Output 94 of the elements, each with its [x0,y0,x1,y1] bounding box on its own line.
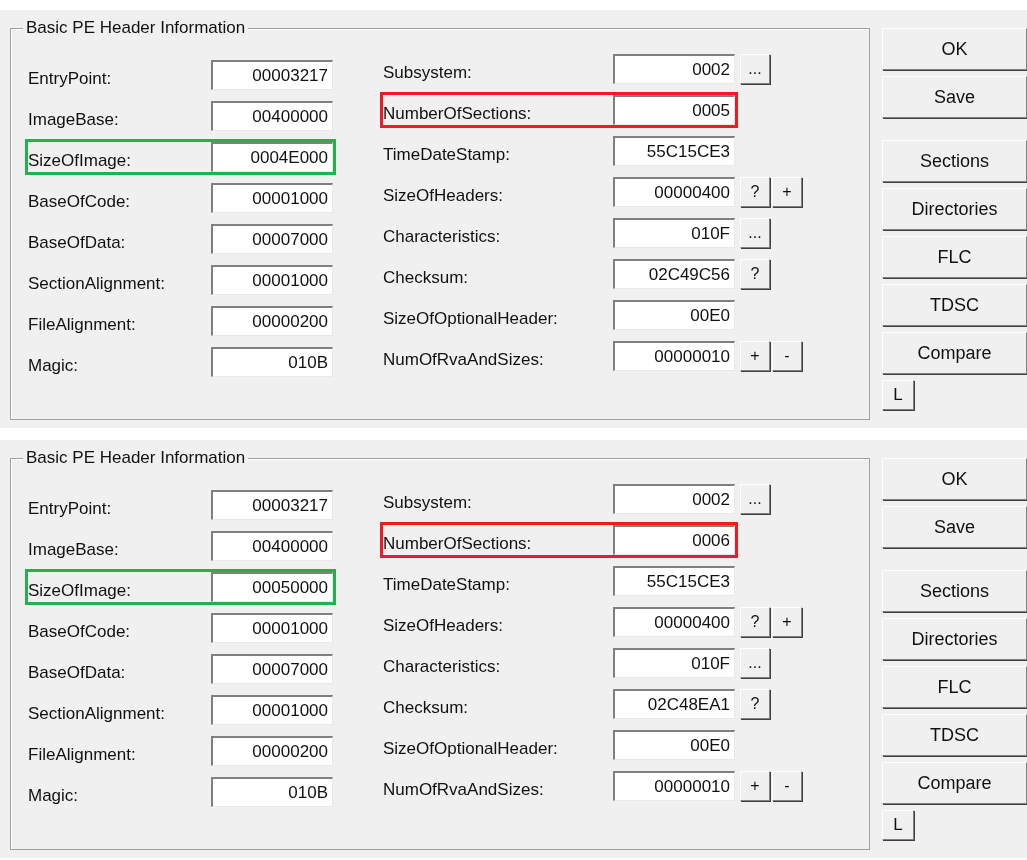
input-field[interactable]: 00007000 [211,224,333,254]
field-label: TimeDateStamp: [383,575,511,596]
input-field[interactable]: 00001000 [211,695,333,725]
field-label: SizeOfHeaders: [383,186,504,207]
field-button[interactable]: + [740,771,770,801]
field-label: Characteristics: [383,657,502,678]
input-field[interactable]: 00003217 [211,60,333,90]
dialog-button[interactable]: Compare [882,762,1027,804]
field-button[interactable]: ... [740,484,770,514]
dialog-button[interactable]: L [882,810,914,840]
field-label: ImageBase: [28,540,120,561]
dialog-button[interactable]: L [882,380,914,410]
field-label: Magic: [28,356,80,377]
input-field[interactable]: 010F [613,218,735,248]
input-field[interactable]: 00000200 [211,306,333,336]
field-button[interactable]: ? [740,177,770,207]
dialog-button[interactable]: Directories [882,188,1027,230]
field-label: NumOfRvaAndSizes: [383,780,545,801]
dialog-button[interactable]: Directories [882,618,1027,660]
field-label: EntryPoint: [28,499,113,520]
input-field[interactable]: 00000400 [613,177,735,207]
field-button[interactable]: ... [740,648,770,678]
field-button[interactable]: ? [740,689,770,719]
field-label: ImageBase: [28,110,120,131]
field-label: SizeOfImage: [28,581,132,602]
field-label: Characteristics: [383,227,502,248]
field-label: SizeOfOptionalHeader: [383,739,559,760]
input-field[interactable]: 02C49C56 [613,259,735,289]
input-field[interactable]: 010F [613,648,735,678]
input-field[interactable]: 00003217 [211,490,333,520]
input-field[interactable]: 00E0 [613,730,735,760]
input-field[interactable]: 00007000 [211,654,333,684]
field-button[interactable]: ? [740,607,770,637]
field-label: Checksum: [383,268,470,289]
field-label: SectionAlignment: [28,274,167,295]
dialog-button[interactable]: FLC [882,666,1027,708]
input-field[interactable]: 0006 [613,525,735,555]
dialog-button[interactable]: FLC [882,236,1027,278]
dialog-button[interactable]: TDSC [882,284,1027,326]
field-button[interactable]: ... [740,54,770,84]
input-field[interactable]: 0004E000 [211,142,333,172]
field-button[interactable]: - [772,341,802,371]
input-field[interactable]: 010B [211,347,333,377]
input-field[interactable]: 00400000 [211,531,333,561]
dialog-button[interactable]: TDSC [882,714,1027,756]
input-field[interactable]: 00000400 [613,607,735,637]
dialog-button[interactable]: OK [882,458,1027,500]
field-label: BaseOfCode: [28,622,132,643]
field-label: Magic: [28,786,80,807]
field-button[interactable]: - [772,771,802,801]
field-button[interactable]: ... [740,218,770,248]
dialog-button[interactable]: Save [882,76,1027,118]
field-label: FileAlignment: [28,745,137,766]
input-field[interactable]: 00E0 [613,300,735,330]
input-field[interactable]: 00000200 [211,736,333,766]
input-field[interactable]: 55C15CE3 [613,566,735,596]
input-field[interactable]: 00000010 [613,771,735,801]
input-field[interactable]: 0002 [613,484,735,514]
field-label: SizeOfImage: [28,151,132,172]
input-field[interactable]: 0005 [613,95,735,125]
field-label: SectionAlignment: [28,704,167,725]
field-label: NumberOfSections: [383,534,533,555]
field-label: NumberOfSections: [383,104,533,125]
field-label: NumOfRvaAndSizes: [383,350,545,371]
field-label: SizeOfOptionalHeader: [383,309,559,330]
input-field[interactable]: 00400000 [211,101,333,131]
dialog-button[interactable]: Compare [882,332,1027,374]
field-label: Checksum: [383,698,470,719]
field-button[interactable]: ? [740,259,770,289]
field-label: EntryPoint: [28,69,113,90]
field-label: SizeOfHeaders: [383,616,504,637]
dialog-button[interactable]: Sections [882,140,1027,182]
input-field[interactable]: 00001000 [211,183,333,213]
field-label: BaseOfData: [28,233,127,254]
input-field[interactable]: 00001000 [211,613,333,643]
field-label: Subsystem: [383,493,473,514]
field-label: FileAlignment: [28,315,137,336]
input-field[interactable]: 55C15CE3 [613,136,735,166]
input-field[interactable]: 00050000 [211,572,333,602]
field-button[interactable]: + [772,607,802,637]
input-field[interactable]: 00001000 [211,265,333,295]
field-button[interactable]: + [772,177,802,207]
field-label: TimeDateStamp: [383,145,511,166]
field-button[interactable]: + [740,341,770,371]
input-field[interactable]: 02C48EA1 [613,689,735,719]
dialog-button[interactable]: Sections [882,570,1027,612]
input-field[interactable]: 0002 [613,54,735,84]
input-field[interactable]: 010B [211,777,333,807]
field-label: Subsystem: [383,63,473,84]
field-label: BaseOfCode: [28,192,132,213]
dialog-button[interactable]: OK [882,28,1027,70]
input-field[interactable]: 00000010 [613,341,735,371]
dialog-button[interactable]: Save [882,506,1027,548]
field-label: BaseOfData: [28,663,127,684]
